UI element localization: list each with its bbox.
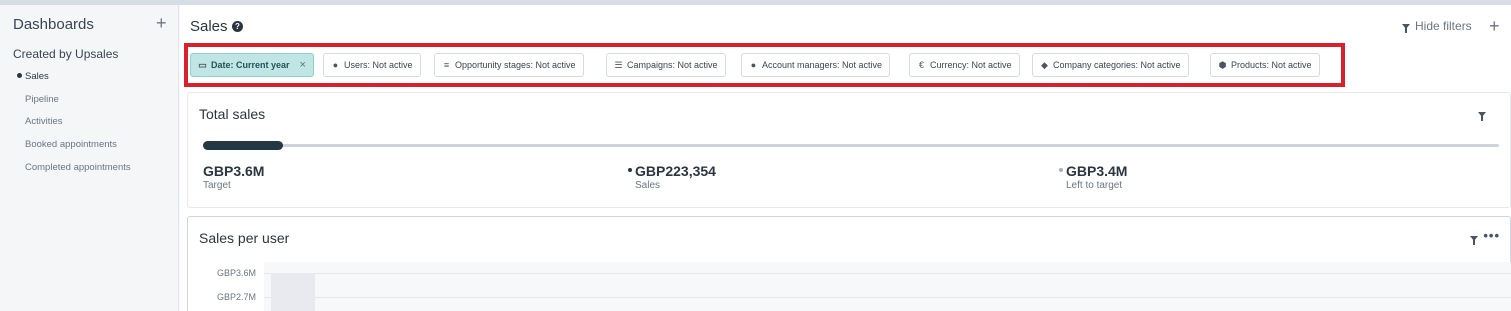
gridline (264, 297, 1511, 298)
sidebar-section-title: Created by Upsales (13, 47, 119, 61)
target-value: GBP3.6M (203, 163, 265, 179)
card-filter-button[interactable] (1478, 104, 1486, 122)
y-tick-label: GBP2.7M (216, 292, 256, 302)
list-icon: ☰ (614, 59, 623, 70)
tags-icon: ◆ (1041, 59, 1048, 70)
clear-filter-icon[interactable]: × (300, 59, 306, 71)
target-label: Target (203, 180, 231, 191)
filter-icon (1478, 112, 1486, 121)
filter-chip-date[interactable]: ▭ Date: Current year × (190, 53, 314, 77)
hide-filters-button[interactable]: Hide filters (1402, 19, 1472, 33)
filter-chip-company-categories[interactable]: ◆ Company categories: Not active (1032, 53, 1189, 77)
filter-chip-label: Campaigns: Not active (627, 60, 718, 70)
more-options-icon[interactable]: ••• (1483, 228, 1500, 243)
sidebar-item-sales[interactable]: Sales (25, 71, 49, 82)
active-item-dot-icon (17, 73, 22, 78)
help-icon[interactable]: ? (232, 21, 243, 32)
filter-icon (1470, 236, 1478, 245)
sidebar-title: Dashboards (13, 16, 94, 33)
filter-chip-label: Products: Not active (1231, 60, 1312, 70)
sales-label: Sales (635, 180, 661, 191)
chart-plot-area (264, 262, 1511, 311)
left-to-target-value: GBP3.4M (1066, 163, 1128, 179)
left-legend-dot-icon (1059, 168, 1063, 172)
user-icon: ● (332, 60, 339, 70)
filter-chip-users[interactable]: ● Users: Not active (323, 53, 421, 77)
left-to-target-stat: GBP3.4M Left to target (1059, 163, 1128, 191)
sales-per-user-card: Sales per user ••• GBP3.6M GBP2.7M (187, 216, 1511, 311)
sidebar-item-completed-appointments[interactable]: Completed appointments (25, 162, 131, 173)
filter-icon (1402, 23, 1410, 33)
filter-chip-label: Opportunity stages: Not active (455, 60, 576, 70)
filter-chip-products[interactable]: ⬢ Products: Not active (1210, 53, 1320, 77)
sidebar-item-booked-appointments[interactable]: Booked appointments (25, 139, 117, 150)
progress-fill (203, 141, 284, 150)
card-title: Total sales (199, 106, 266, 122)
euro-icon: € (918, 60, 924, 70)
add-widget-button[interactable]: + (1489, 16, 1500, 36)
filter-chip-label: Date: Current year (211, 60, 290, 70)
y-tick-label: GBP3.6M (216, 268, 256, 278)
cube-icon: ⬢ (1218, 59, 1227, 70)
filter-chip-label: Users: Not active (344, 60, 413, 70)
sales-legend-dot-icon (628, 168, 632, 172)
chart-bar (271, 273, 315, 311)
card-filter-button[interactable] (1470, 228, 1478, 246)
target-stat: GBP3.6M Target (203, 163, 264, 191)
filter-chip-label: Company categories: Not active (1053, 60, 1181, 70)
add-dashboard-button[interactable]: + (156, 13, 167, 33)
sidebar: Dashboards + Created by Upsales Sales Pi… (0, 5, 179, 311)
main-content: Sales ? Hide filters + ▭ Date: Current y… (180, 5, 1511, 311)
left-to-target-label: Left to target (1066, 180, 1123, 191)
filter-chip-account-managers[interactable]: ● Account managers: Not active (741, 53, 891, 77)
page-title: Sales (190, 18, 228, 35)
calendar-icon: ▭ (198, 59, 207, 70)
sales-stat: GBP223,354 Sales (628, 163, 716, 191)
sidebar-item-activities[interactable]: Activities (25, 116, 62, 127)
target-progress-bar (203, 141, 1499, 150)
filter-icon: ≡ (443, 60, 450, 70)
hide-filters-label: Hide filters (1415, 19, 1472, 33)
total-sales-card: Total sales GBP3.6M Target GBP223,354 Sa… (187, 92, 1511, 208)
user-icon: ● (750, 60, 757, 70)
filter-chip-campaigns[interactable]: ☰ Campaigns: Not active (606, 53, 726, 77)
sales-value: GBP223,354 (635, 163, 716, 179)
gridline (264, 273, 1511, 274)
card-title: Sales per user (199, 230, 290, 246)
filter-chip-currency[interactable]: € Currency: Not active (909, 53, 1020, 77)
filter-chip-label: Currency: Not active (930, 60, 1012, 70)
filter-chip-label: Account managers: Not active (762, 60, 883, 70)
sidebar-item-pipeline[interactable]: Pipeline (25, 94, 59, 105)
filter-chip-opportunity-stages[interactable]: ≡ Opportunity stages: Not active (434, 53, 584, 77)
